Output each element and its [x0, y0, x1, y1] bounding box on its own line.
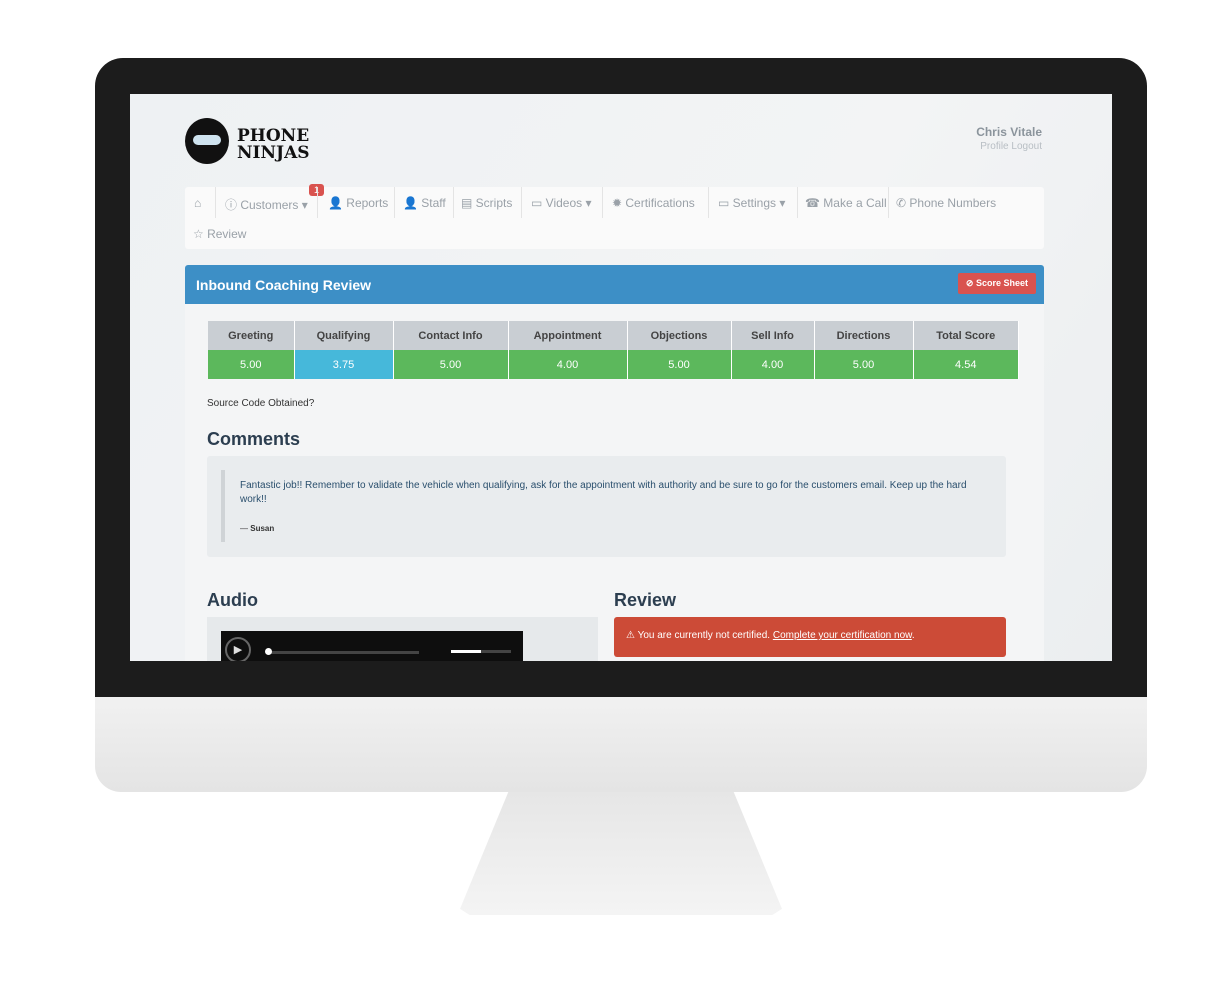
nav-reports[interactable]: 👤 Reports — [328, 196, 388, 210]
nav-phone-numbers[interactable]: ✆ Phone Numbers — [896, 196, 996, 210]
comments-heading: Comments — [207, 429, 301, 449]
nav-certifications[interactable]: ✹ Certifications — [612, 196, 695, 210]
monitor-stand — [460, 792, 782, 915]
nav-make-a-call[interactable]: ☎ Make a Call — [805, 196, 887, 210]
nav-staff[interactable]: 👤 Staff — [403, 196, 446, 210]
audio-box: ▶ — [207, 617, 598, 661]
source-code-label: Source Code Obtained? — [207, 398, 315, 409]
table-row: 5.00 3.75 5.00 4.00 5.00 4.00 5.00 4.54 — [208, 350, 1019, 379]
header-appointment: Appointment — [508, 321, 628, 350]
nav-settings[interactable]: ▭ Settings ▾ — [718, 196, 785, 210]
certification-link[interactable]: Complete your certification now — [773, 630, 912, 641]
score-sheet-button[interactable]: ⊘ Score Sheet — [957, 273, 1036, 294]
score-cell: 4.00 — [508, 350, 628, 379]
nav-review[interactable]: ☆ Review — [193, 227, 246, 241]
header-qualifying: Qualifying — [294, 321, 394, 350]
home-icon[interactable]: ⌂ — [194, 196, 201, 210]
score-table: Greeting Qualifying Contact Info Appoint… — [208, 321, 1019, 379]
certification-alert: ⚠ You are currently not certified. Compl… — [614, 617, 1006, 657]
comment-text: Fantastic job!! Remember to validate the… — [240, 480, 967, 505]
play-icon[interactable]: ▶ — [225, 637, 251, 661]
warning-icon: ⚠ — [626, 630, 635, 641]
nav-scripts[interactable]: ▤ Scripts — [461, 196, 512, 210]
brand-logo[interactable]: PHONE NINJAS — [237, 128, 310, 162]
score-sheet-label: Score Sheet — [975, 278, 1028, 288]
brand-line2: NINJAS — [237, 143, 310, 163]
score-cell: 5.00 — [814, 350, 914, 379]
monitor-chin — [95, 697, 1147, 792]
panel-header: Inbound Coaching Review ⊘ Score Sheet — [185, 265, 1044, 304]
logout-link[interactable]: Logout — [1011, 141, 1042, 152]
score-cell: 5.00 — [393, 350, 509, 379]
score-cell: 4.00 — [731, 350, 815, 379]
header-sell-info: Sell Info — [731, 321, 815, 350]
ninja-logo-icon — [185, 118, 229, 164]
nav-customers[interactable]: ⓘ Customers ▾ — [225, 196, 308, 213]
score-cell: 4.54 — [913, 350, 1019, 379]
review-heading: Review — [614, 590, 677, 610]
main-nav: ⌂ ⓘ Customers ▾ 1 👤 Reports 👤 Staff ▤ Sc… — [185, 184, 1044, 249]
panel-title: Inbound Coaching Review — [196, 277, 372, 293]
header-objections: Objections — [627, 321, 732, 350]
header-total-score: Total Score — [913, 321, 1019, 350]
comment-box: Fantastic job!! Remember to validate the… — [207, 456, 1006, 557]
score-cell: 3.75 — [294, 350, 394, 379]
header-contact-info: Contact Info — [393, 321, 509, 350]
user-menu: Chris Vitale Profile Logout — [976, 125, 1042, 152]
header-directions: Directions — [814, 321, 914, 350]
header-greeting: Greeting — [208, 321, 295, 350]
score-cell: 5.00 — [627, 350, 732, 379]
audio-heading: Audio — [207, 590, 258, 610]
user-name: Chris Vitale — [976, 125, 1042, 139]
screen: PHONE NINJAS Chris Vitale Profile Logout … — [130, 94, 1112, 661]
nav-videos[interactable]: ▭ Videos ▾ — [531, 196, 592, 210]
alert-text: You are currently not certified. — [637, 630, 771, 641]
seek-bar[interactable] — [267, 651, 419, 654]
volume-slider[interactable] — [451, 650, 511, 653]
score-cell: 5.00 — [208, 350, 295, 379]
comment-author: Susan — [250, 524, 275, 533]
audio-player[interactable]: ▶ — [221, 631, 523, 661]
profile-link[interactable]: Profile — [980, 141, 1008, 152]
